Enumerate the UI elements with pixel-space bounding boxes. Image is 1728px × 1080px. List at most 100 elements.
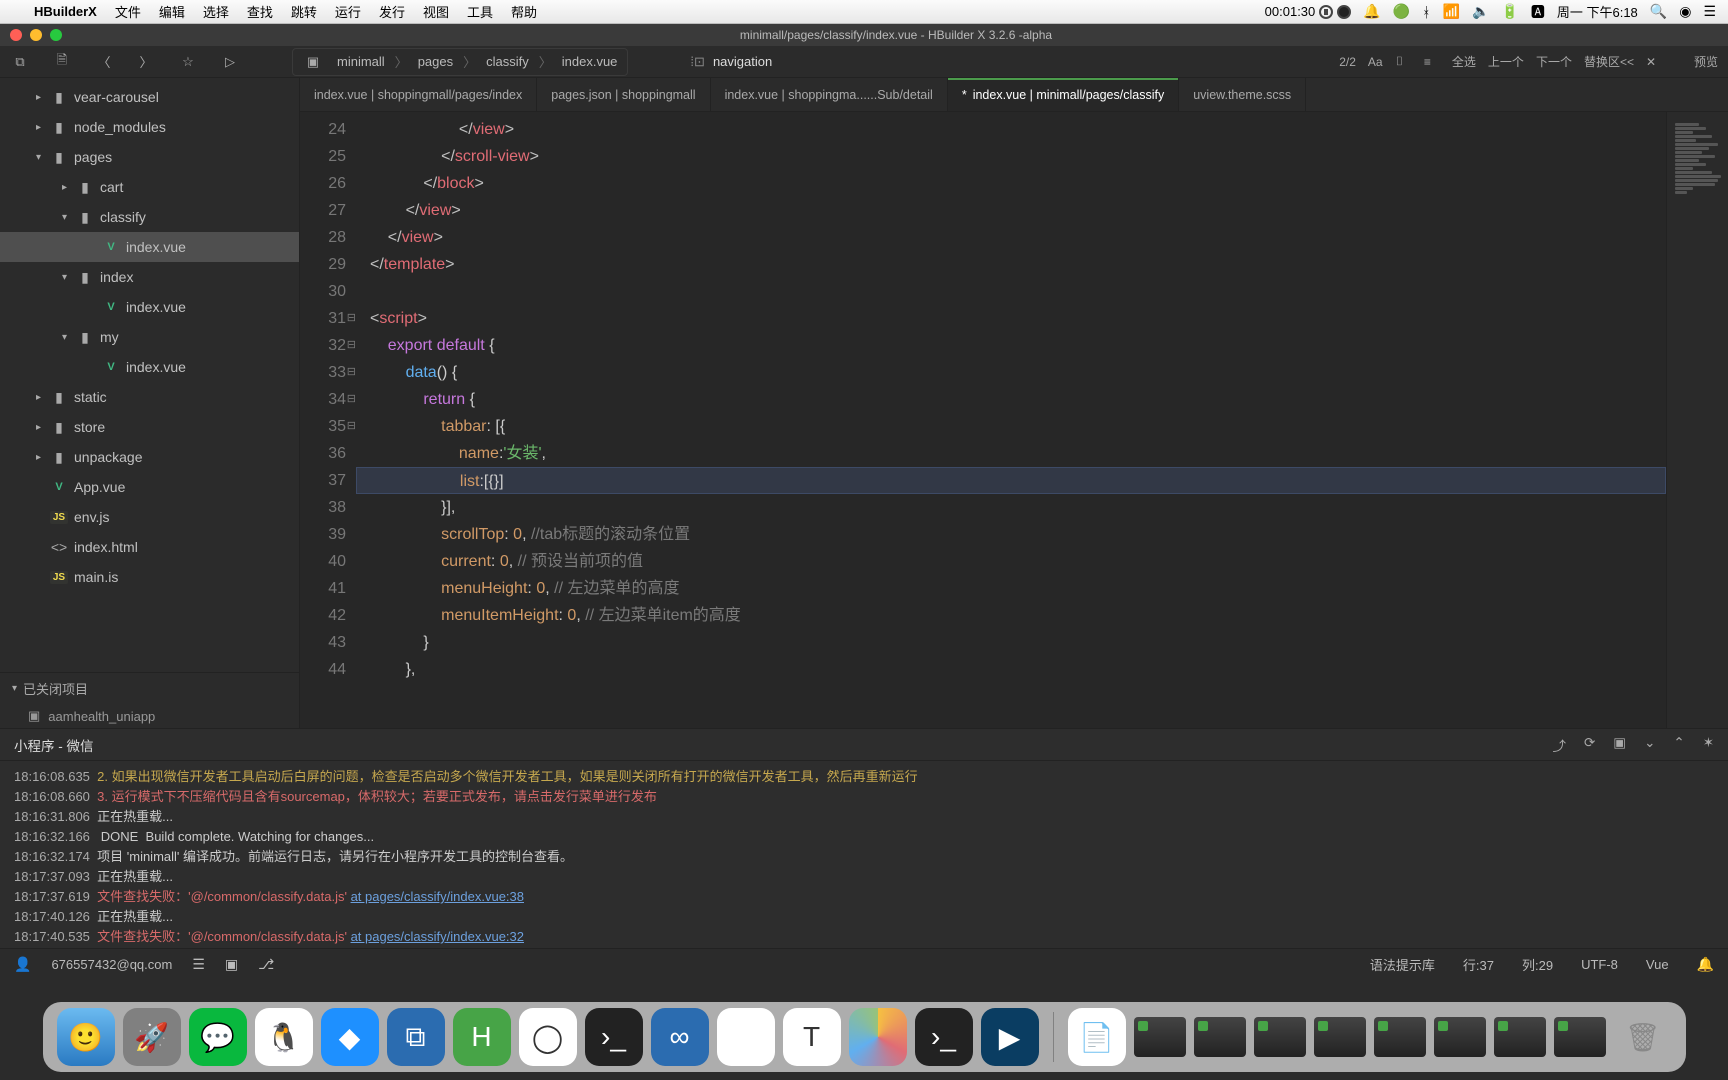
dock-app1-icon[interactable]: ⬆: [717, 1008, 775, 1066]
code-line[interactable]: menuItemHeight: 0, // 左边菜单item的高度: [370, 602, 1666, 629]
dock-trash-icon[interactable]: 🗑: [1614, 1008, 1672, 1066]
nav-forward-icon[interactable]: 〉: [136, 52, 156, 72]
chevron-icon[interactable]: ▸: [36, 452, 50, 463]
editor-tab[interactable]: index.vue | shoppingmall/pages/index: [300, 78, 537, 111]
dock-minimized-window-1[interactable]: [1134, 1017, 1186, 1057]
code-line[interactable]: name:'女装',: [370, 440, 1666, 467]
favorite-icon[interactable]: ☆: [178, 52, 198, 72]
editor-tab[interactable]: *index.vue | minimall/pages/classify: [948, 78, 1179, 111]
control-center-icon[interactable]: ☰: [1703, 3, 1716, 20]
menu-edit[interactable]: 编辑: [159, 2, 185, 21]
chevron-icon[interactable]: ▸: [36, 122, 50, 133]
code-line[interactable]: }: [370, 629, 1666, 656]
close-window-icon[interactable]: [10, 29, 22, 41]
dock-qq-icon[interactable]: 🐧: [255, 1008, 313, 1066]
match-case-icon[interactable]: Aa: [1368, 55, 1384, 69]
siri-icon[interactable]: ◉: [1679, 3, 1691, 20]
tree-item-static[interactable]: ▸▮static: [0, 382, 299, 412]
crumb-file[interactable]: index.vue: [562, 54, 618, 69]
console-collapse-down-icon[interactable]: ⌄: [1644, 735, 1655, 755]
dock-dingtalk-icon[interactable]: ◆: [321, 1008, 379, 1066]
clock-label[interactable]: 周一 下午6:18: [1557, 2, 1638, 21]
console-line[interactable]: 18:17:37.619 文件查找失败：'@/common/classify.d…: [14, 887, 1714, 907]
dock-minimized-window-7[interactable]: [1494, 1017, 1546, 1057]
line-number[interactable]: 42: [300, 602, 346, 629]
chevron-icon[interactable]: ▾: [62, 272, 76, 283]
status-terminal-icon[interactable]: ▣: [225, 956, 238, 973]
status-git-icon[interactable]: ⎇: [258, 956, 274, 973]
find-close-icon[interactable]: ✕: [1646, 55, 1662, 69]
tree-item-pages[interactable]: ▾▮pages: [0, 142, 299, 172]
code-line[interactable]: </view>: [370, 197, 1666, 224]
line-number[interactable]: 27: [300, 197, 346, 224]
code-line[interactable]: </block>: [370, 170, 1666, 197]
line-number[interactable]: 25: [300, 143, 346, 170]
console-line[interactable]: 18:17:37.093 正在热重载...: [14, 867, 1714, 887]
code-line[interactable]: </view>: [370, 116, 1666, 143]
line-number[interactable]: 24: [300, 116, 346, 143]
menu-view[interactable]: 视图: [423, 2, 449, 21]
dock-hbuilderx-icon[interactable]: H: [453, 1008, 511, 1066]
fold-icon[interactable]: ⊟: [347, 305, 356, 332]
search-mode-icon[interactable]: ⁞⊡: [690, 54, 705, 70]
menu-file[interactable]: 文件: [115, 2, 141, 21]
fold-icon[interactable]: ⊟: [347, 413, 356, 440]
spotlight-icon[interactable]: 🔍: [1650, 3, 1667, 20]
status-line[interactable]: 行:37: [1463, 955, 1494, 974]
console-export-icon[interactable]: ⤴: [1552, 735, 1566, 755]
screen-record-timer[interactable]: 00:01:30: [1265, 4, 1352, 19]
code-line[interactable]: </scroll-view>: [370, 143, 1666, 170]
tree-item-node_modules[interactable]: ▸▮node_modules: [0, 112, 299, 142]
tree-item-classify[interactable]: ▾▮classify: [0, 202, 299, 232]
bell-icon[interactable]: 🔔: [1363, 3, 1380, 20]
dock-pages-icon[interactable]: 📄: [1068, 1008, 1126, 1066]
nav-back-icon[interactable]: 〈: [94, 52, 114, 72]
menu-select[interactable]: 选择: [203, 2, 229, 21]
record-stop-icon[interactable]: [1337, 5, 1351, 19]
status-lang[interactable]: Vue: [1646, 957, 1669, 972]
tree-item-unpackage[interactable]: ▸▮unpackage: [0, 442, 299, 472]
editor-tab[interactable]: pages.json | shoppingmall: [537, 78, 710, 111]
file-tree[interactable]: ▸▮vear-carousel▸▮node_modules▾▮pages▸▮ca…: [0, 78, 299, 672]
tree-item-index.vue[interactable]: Vindex.vue: [0, 232, 299, 262]
record-pause-icon[interactable]: [1319, 5, 1333, 19]
code-line[interactable]: }],: [370, 494, 1666, 521]
status-col[interactable]: 列:29: [1522, 955, 1553, 974]
user-icon[interactable]: 👤: [14, 956, 31, 973]
app-name[interactable]: HBuilderX: [34, 4, 97, 19]
dock-minimized-window-2[interactable]: [1194, 1017, 1246, 1057]
fold-icon[interactable]: ⊟: [347, 332, 356, 359]
console-line[interactable]: 18:16:32.166 DONE Build complete. Watchi…: [14, 827, 1714, 847]
tree-item-cart[interactable]: ▸▮cart: [0, 172, 299, 202]
console-collapse-up-icon[interactable]: ⌃: [1673, 735, 1684, 755]
line-number[interactable]: 29: [300, 251, 346, 278]
maximize-window-icon[interactable]: [50, 29, 62, 41]
menu-publish[interactable]: 发行: [379, 2, 405, 21]
line-number[interactable]: 32⊟: [300, 332, 346, 359]
menu-find[interactable]: 查找: [247, 2, 273, 21]
line-number[interactable]: 30: [300, 278, 346, 305]
sidebar-toggle-icon[interactable]: ⧉: [10, 52, 30, 72]
menu-help[interactable]: 帮助: [511, 2, 537, 21]
code-line[interactable]: return {: [370, 386, 1666, 413]
find-replace-area[interactable]: 替换区<<: [1584, 53, 1634, 70]
find-select-all[interactable]: 全选: [1452, 53, 1476, 70]
code-line[interactable]: menuHeight: 0, // 左边菜单的高度: [370, 575, 1666, 602]
line-number[interactable]: 43: [300, 629, 346, 656]
chevron-icon[interactable]: ▸: [36, 422, 50, 433]
editor-tab[interactable]: index.vue | shoppingma......Sub/detail: [711, 78, 948, 111]
console-link[interactable]: at pages/classify/index.vue:32: [351, 929, 524, 944]
fold-icon[interactable]: ⊟: [347, 359, 356, 386]
dock-minimized-window-6[interactable]: [1434, 1017, 1486, 1057]
search-value[interactable]: navigation: [713, 54, 772, 69]
console-line[interactable]: 18:16:31.806 正在热重载...: [14, 807, 1714, 827]
minimize-window-icon[interactable]: [30, 29, 42, 41]
code-line[interactable]: },: [370, 656, 1666, 683]
chevron-icon[interactable]: ▸: [62, 182, 76, 193]
tree-item-env.js[interactable]: JSenv.js: [0, 502, 299, 532]
console-link[interactable]: at pages/classify/index.vue:38: [351, 889, 524, 904]
new-file-icon[interactable]: 🗎: [52, 52, 72, 72]
tree-item-my[interactable]: ▾▮my: [0, 322, 299, 352]
line-number[interactable]: 40: [300, 548, 346, 575]
fold-icon[interactable]: ⊟: [347, 386, 356, 413]
